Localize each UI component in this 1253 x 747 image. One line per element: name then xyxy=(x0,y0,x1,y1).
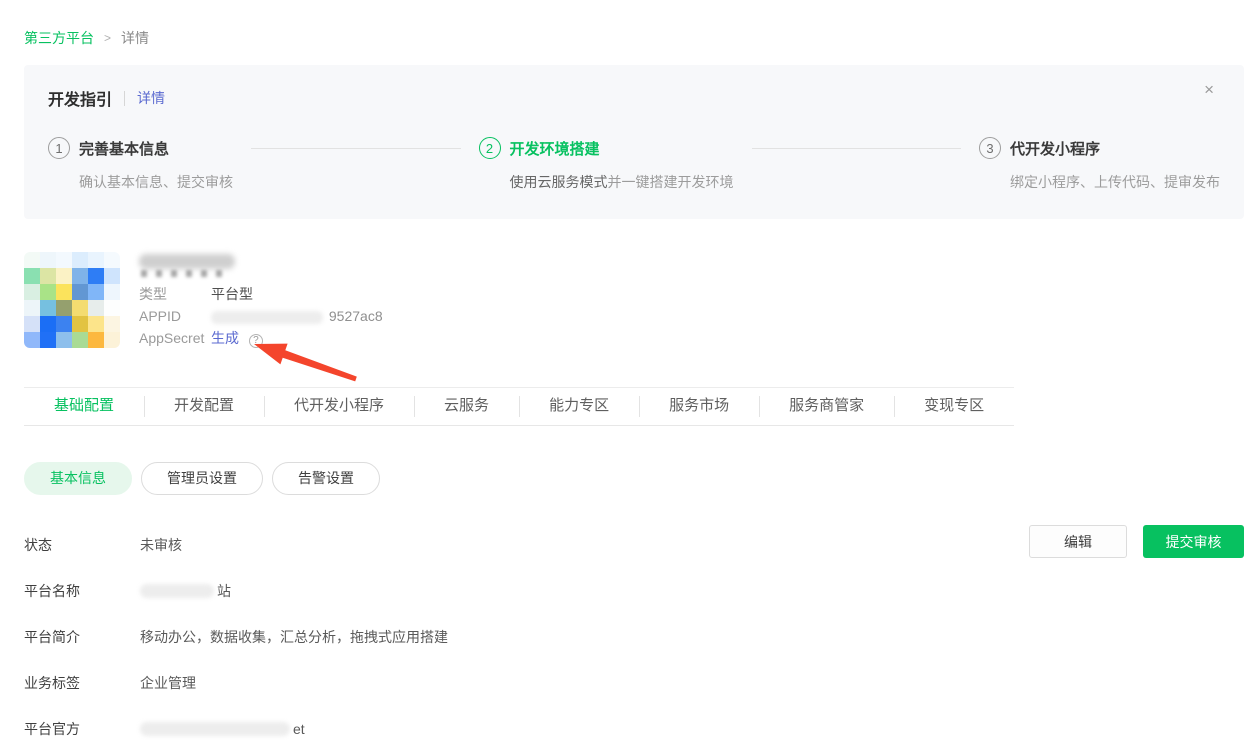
type-label: 类型 xyxy=(139,284,211,304)
form-row-platform-name: 平台名称 站 xyxy=(24,580,1244,602)
appid-visible-suffix: 9527ac8 xyxy=(329,308,383,324)
status-label: 状态 xyxy=(24,535,140,555)
business-tag-label: 业务标签 xyxy=(24,673,140,693)
platform-official-visible-suffix: et xyxy=(293,721,305,737)
tab-provider-manager[interactable]: 服务商管家 xyxy=(759,388,894,425)
platform-name-value-redacted xyxy=(140,584,214,598)
tab-basic-config[interactable]: 基础配置 xyxy=(24,388,144,425)
platform-official-label: 平台官方 xyxy=(24,719,140,739)
platform-name-label: 平台名称 xyxy=(24,581,140,601)
tab-cloud-service[interactable]: 云服务 xyxy=(414,388,519,425)
type-value: 平台型 xyxy=(211,284,253,304)
appsecret-label: AppSecret xyxy=(139,330,211,346)
platform-name-redacted xyxy=(139,254,235,269)
profile-row-type: 类型 平台型 xyxy=(139,283,383,305)
step-connector xyxy=(752,148,962,149)
guide-detail-link[interactable]: 详情 xyxy=(137,88,165,108)
step-dev-environment: 2 开发环境搭建 使用云服务模式并一键搭建开发环境 xyxy=(479,137,734,192)
platform-name-redacted-remnant xyxy=(141,270,227,277)
tab-delegated-miniprogram[interactable]: 代开发小程序 xyxy=(264,388,414,425)
basic-info-form: 编辑 提交审核 状态 未审核 平台名称 站 平台简介 移动办公，数据收集，汇总分… xyxy=(24,534,1244,740)
step-complete-basic-info: 1 完善基本信息 确认基本信息、提交审核 xyxy=(48,137,233,192)
step-1-number: 1 xyxy=(48,137,70,159)
business-tag-value: 企业管理 xyxy=(140,673,196,693)
step-2-number: 2 xyxy=(479,137,501,159)
status-value: 未审核 xyxy=(140,535,182,555)
edit-button[interactable]: 编辑 xyxy=(1029,525,1127,558)
avatar xyxy=(24,252,120,348)
guide-title: 开发指引 xyxy=(48,86,112,110)
step-connector xyxy=(251,148,461,149)
tab-service-market[interactable]: 服务市场 xyxy=(639,388,759,425)
step-3-title: 代开发小程序 xyxy=(1010,138,1100,159)
form-row-platform-official: 平台官方 et xyxy=(24,718,1244,740)
appid-label: APPID xyxy=(139,308,211,324)
appid-redacted xyxy=(211,311,323,324)
submit-review-button[interactable]: 提交审核 xyxy=(1143,525,1244,558)
guide-steps: 1 完善基本信息 确认基本信息、提交审核 2 开发环境搭建 使用云服务模式并一键… xyxy=(48,137,1220,192)
step-3-desc: 绑定小程序、上传代码、提审发布 xyxy=(1010,172,1220,192)
form-row-platform-intro: 平台简介 移动办公，数据收集，汇总分析，拖拽式应用搭建 xyxy=(24,626,1244,648)
form-row-business-tag: 业务标签 企业管理 xyxy=(24,672,1244,694)
breadcrumb-parent-link[interactable]: 第三方平台 xyxy=(24,28,94,48)
platform-official-value-redacted xyxy=(140,722,290,736)
sub-tab-pills: 基本信息 管理员设置 告警设置 xyxy=(24,462,1253,495)
tab-capability-zone[interactable]: 能力专区 xyxy=(519,388,639,425)
step-1-desc: 确认基本信息、提交审核 xyxy=(79,172,233,192)
tab-monetization-zone[interactable]: 变现专区 xyxy=(894,388,1014,425)
breadcrumb: 第三方平台 > 详情 xyxy=(0,0,1253,48)
step-3-number: 3 xyxy=(979,137,1001,159)
breadcrumb-separator-icon: > xyxy=(104,31,111,45)
step-2-title: 开发环境搭建 xyxy=(510,138,600,159)
step-delegated-miniprogram: 3 代开发小程序 绑定小程序、上传代码、提审发布 xyxy=(979,137,1220,192)
dev-guide-card: 开发指引 详情 × 1 完善基本信息 确认基本信息、提交审核 2 开发环境搭建 … xyxy=(24,65,1244,219)
tab-dev-config[interactable]: 开发配置 xyxy=(144,388,264,425)
close-icon[interactable]: × xyxy=(1204,81,1214,98)
subtab-alert-settings[interactable]: 告警设置 xyxy=(272,462,380,495)
main-tab-bar: 基础配置 开发配置 代开发小程序 云服务 能力专区 服务市场 服务商管家 变现专… xyxy=(24,387,1014,426)
step-1-title: 完善基本信息 xyxy=(79,138,169,159)
platform-profile: 类型 平台型 APPID 9527ac8 AppSecret 生成 ? xyxy=(24,252,1253,349)
platform-intro-value: 移动办公，数据收集，汇总分析，拖拽式应用搭建 xyxy=(140,627,448,647)
subtab-basic-info[interactable]: 基本信息 xyxy=(24,462,132,495)
platform-name-visible-suffix: 站 xyxy=(217,581,231,601)
step-2-desc: 使用云服务模式并一键搭建开发环境 xyxy=(510,172,734,192)
annotation-arrow xyxy=(251,339,366,389)
subtab-admin-settings[interactable]: 管理员设置 xyxy=(141,462,263,495)
guide-title-divider xyxy=(124,91,125,106)
profile-row-appid: APPID 9527ac8 xyxy=(139,305,383,327)
breadcrumb-current: 详情 xyxy=(121,28,149,48)
generate-secret-link[interactable]: 生成 xyxy=(211,330,239,346)
guide-header: 开发指引 详情 xyxy=(48,86,1220,110)
platform-intro-label: 平台简介 xyxy=(24,627,140,647)
